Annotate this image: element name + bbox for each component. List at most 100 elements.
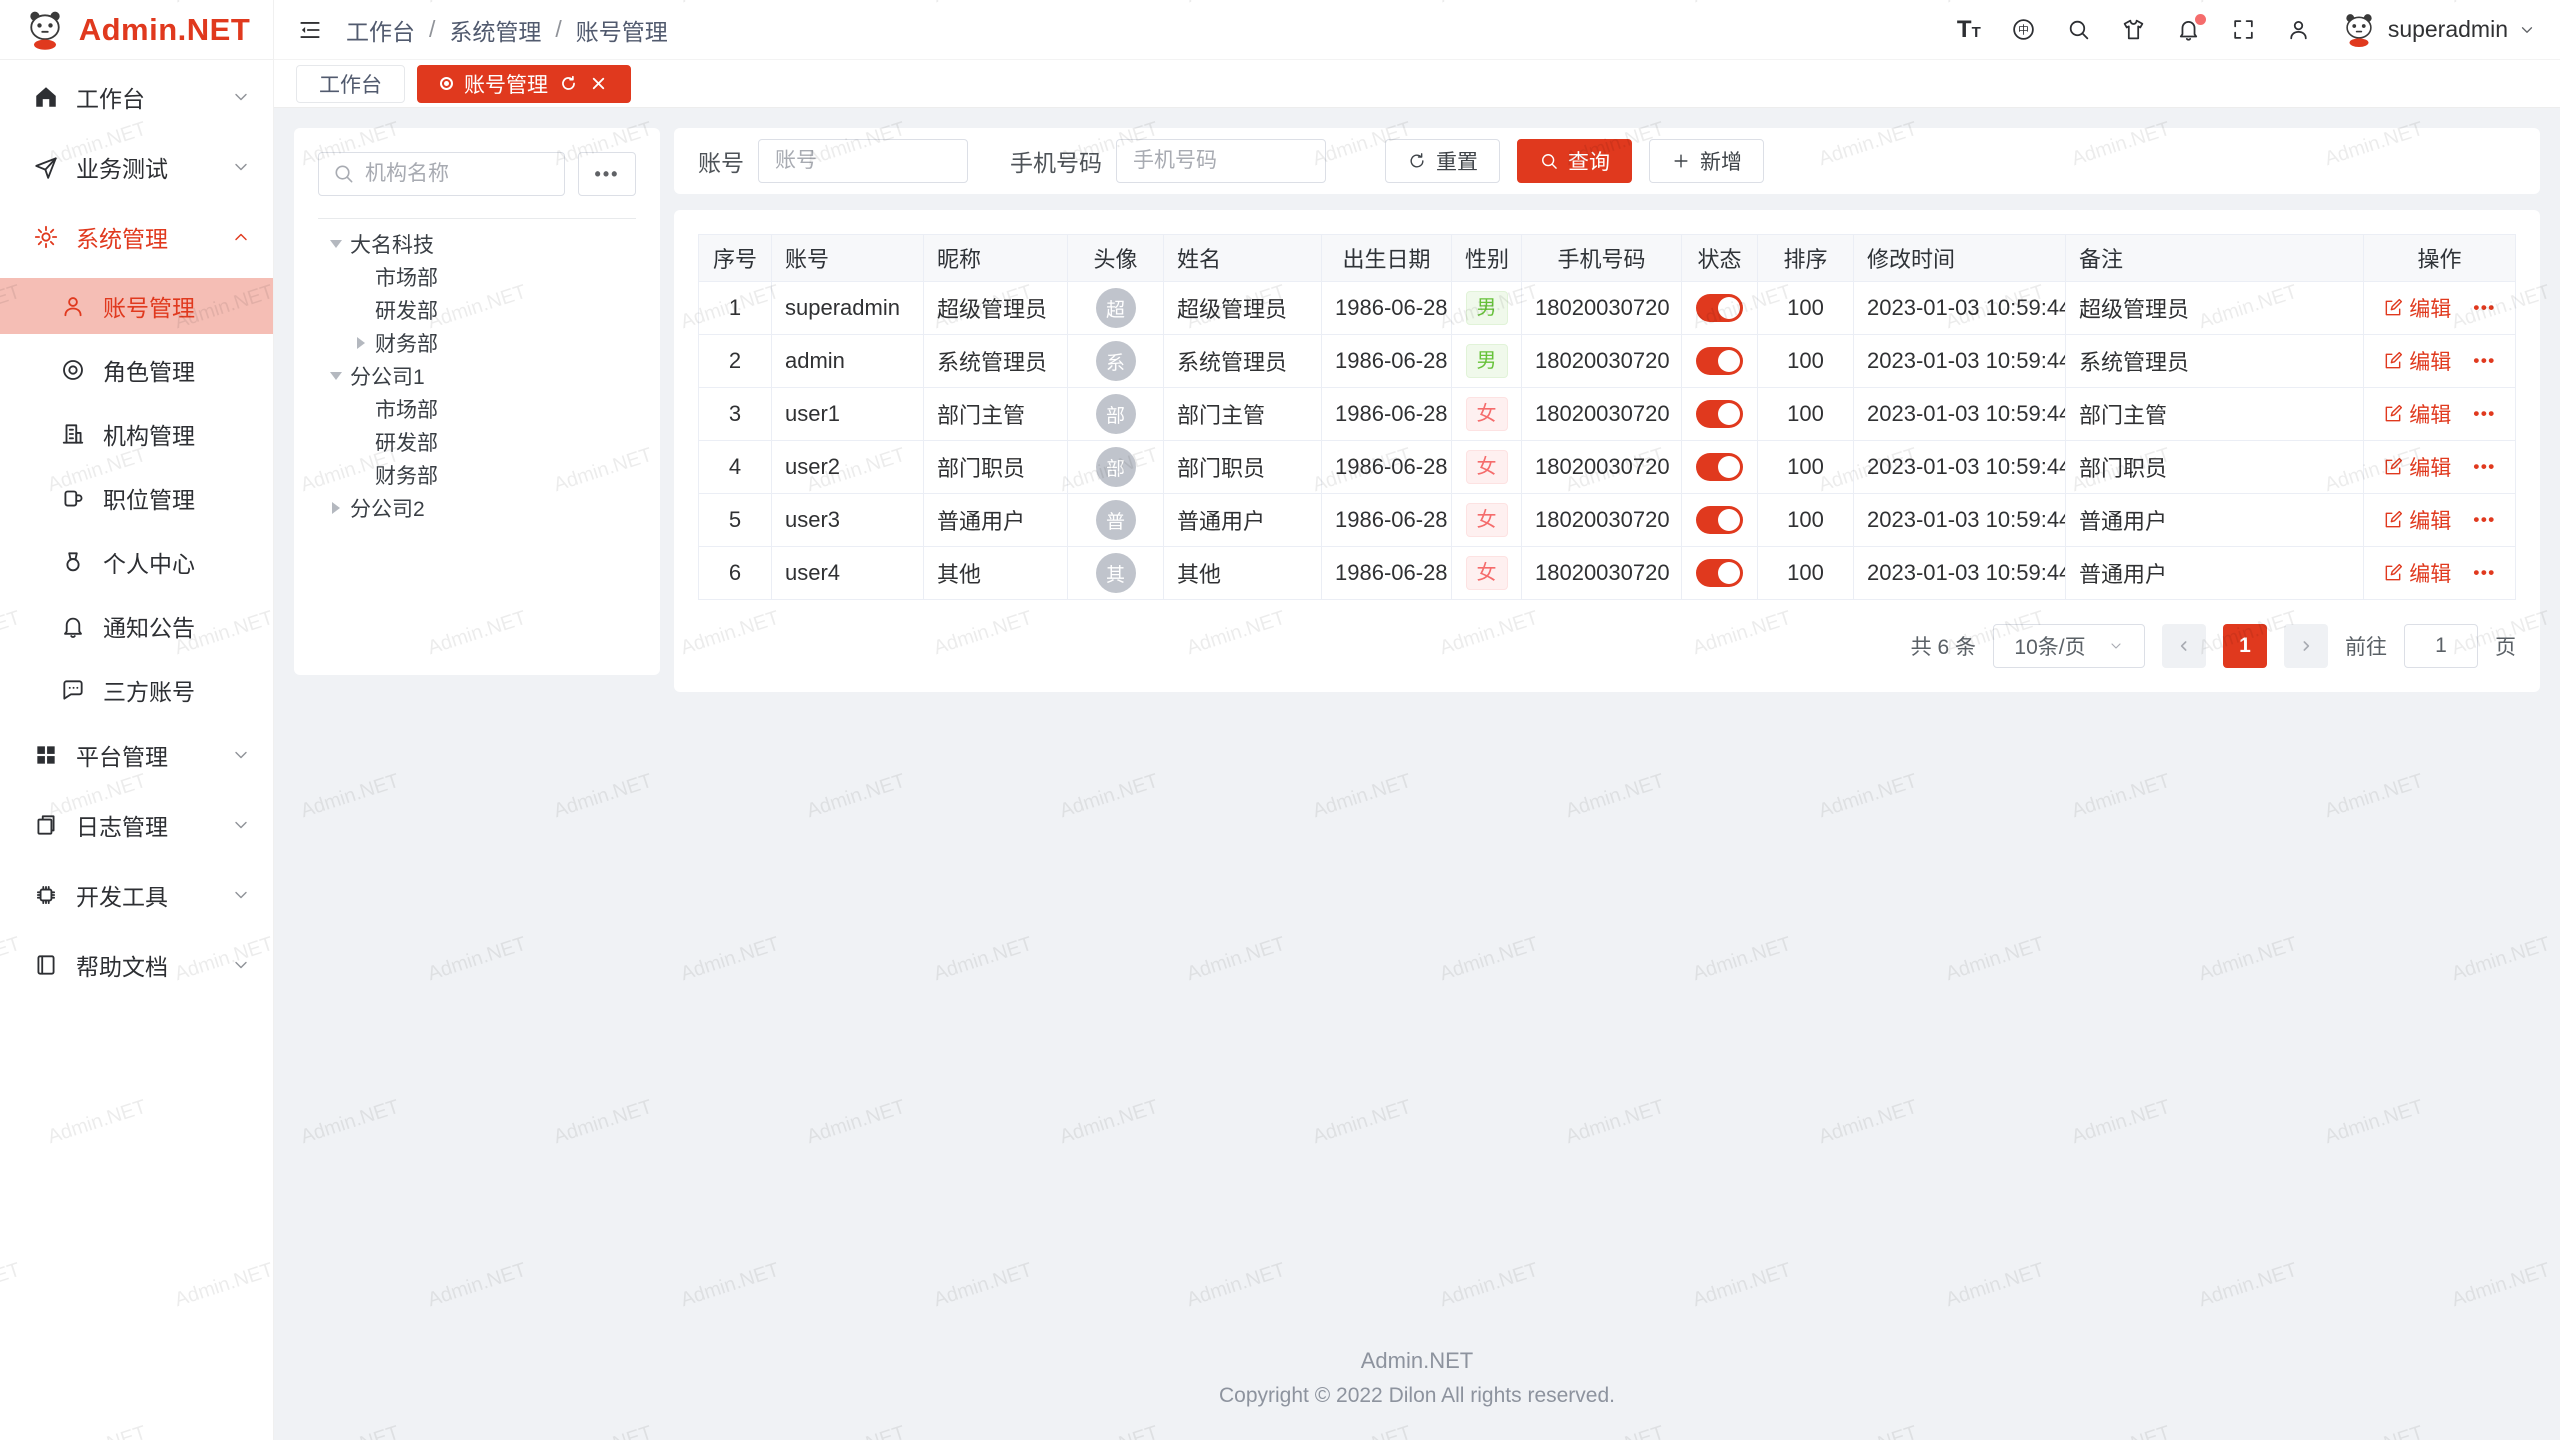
breadcrumb: 工作台 / 系统管理 / 账号管理 <box>346 13 668 47</box>
tree-node[interactable]: 研发部 <box>318 425 636 458</box>
account-input[interactable] <box>758 139 968 183</box>
sidebar-item-help-docs[interactable]: 帮助文档 <box>0 936 273 994</box>
caret-collapsed-icon[interactable] <box>328 500 344 516</box>
sidebar-item-business-test[interactable]: 业务测试 <box>0 138 273 196</box>
breadcrumb-item-workbench[interactable]: 工作台 <box>346 13 415 47</box>
avatar: 部 <box>1096 447 1136 487</box>
gender-badge: 男 <box>1466 344 1508 378</box>
lock-user-icon[interactable] <box>2285 16 2313 44</box>
more-actions-button[interactable]: ••• <box>2473 351 2495 371</box>
sidebar-item-org-mgmt[interactable]: 机构管理 <box>0 406 273 462</box>
fullscreen-icon[interactable] <box>2230 16 2258 44</box>
breadcrumb-item-current: 账号管理 <box>576 13 668 47</box>
mug-icon <box>60 485 86 511</box>
bell-icon <box>60 613 86 639</box>
edit-button[interactable]: 编辑 <box>2383 293 2451 323</box>
more-actions-button[interactable]: ••• <box>2473 510 2495 530</box>
cell-order: 100 <box>1758 494 1854 547</box>
cell-name: 其他 <box>1164 547 1322 600</box>
caret-placeholder <box>353 434 369 450</box>
sidebar-item-notice[interactable]: 通知公告 <box>0 598 273 654</box>
edit-button[interactable]: 编辑 <box>2383 399 2451 429</box>
cell-account: admin <box>772 335 924 388</box>
column-header: 序号 <box>699 235 772 282</box>
tree-more-button[interactable]: ••• <box>578 152 636 196</box>
breadcrumb-item-system-mgmt[interactable]: 系统管理 <box>449 13 541 47</box>
sidebar-item-platform-mgmt[interactable]: 平台管理 <box>0 726 273 784</box>
sidebar-item-workbench[interactable]: 工作台 <box>0 68 273 126</box>
edit-button[interactable]: 编辑 <box>2383 346 2451 376</box>
tab-workbench[interactable]: 工作台 <box>296 65 405 103</box>
sidebar-item-role-mgmt[interactable]: 角色管理 <box>0 342 273 398</box>
theme-icon[interactable] <box>2120 16 2148 44</box>
caret-collapsed-icon[interactable] <box>353 335 369 351</box>
more-actions-button[interactable]: ••• <box>2473 457 2495 477</box>
user-menu[interactable]: superadmin <box>2340 11 2536 49</box>
caret-expanded-icon[interactable] <box>328 236 344 252</box>
notification-icon[interactable] <box>2175 16 2203 44</box>
account-label: 账号 <box>698 144 744 178</box>
tree-node-label: 市场部 <box>375 394 438 424</box>
app-logo[interactable]: Admin.NET <box>0 0 273 60</box>
tree-node[interactable]: 市场部 <box>318 260 636 293</box>
tree-node[interactable]: 研发部 <box>318 293 636 326</box>
next-page-button[interactable] <box>2284 624 2328 668</box>
column-header: 排序 <box>1758 235 1854 282</box>
sidebar-item-profile-center[interactable]: 个人中心 <box>0 534 273 590</box>
status-toggle[interactable] <box>1696 400 1743 428</box>
status-toggle[interactable] <box>1696 347 1743 375</box>
tree-node[interactable]: 分公司2 <box>318 491 636 524</box>
cell-actions: 编辑 ••• <box>2364 547 2516 600</box>
font-size-icon[interactable]: TT <box>1955 16 1983 44</box>
status-toggle[interactable] <box>1696 294 1743 322</box>
phone-input[interactable] <box>1116 139 1326 183</box>
language-icon[interactable]: 中 <box>2010 16 2038 44</box>
search-icon[interactable] <box>2065 16 2093 44</box>
org-search-input[interactable] <box>318 152 565 196</box>
goto-page-input[interactable] <box>2404 624 2478 668</box>
tree-node[interactable]: 市场部 <box>318 392 636 425</box>
sidebar-item-dev-tools[interactable]: 开发工具 <box>0 866 273 924</box>
status-toggle[interactable] <box>1696 453 1743 481</box>
sidebar-item-account-mgmt[interactable]: 账号管理 <box>0 278 273 334</box>
chevron-up-icon <box>231 227 251 247</box>
more-actions-button[interactable]: ••• <box>2473 298 2495 318</box>
tree-node[interactable]: 分公司1 <box>318 359 636 392</box>
org-tree-panel: ••• 大名科技市场部研发部财务部分公司1市场部研发部财务部分公司2 <box>294 128 660 675</box>
sidebar-item-third-party-account[interactable]: 三方账号 <box>0 662 273 718</box>
table-header-row: 序号账号昵称头像姓名出生日期性别手机号码状态排序修改时间备注操作 <box>699 235 2516 282</box>
search-button[interactable]: 查询 <box>1517 139 1632 183</box>
tree-node[interactable]: 大名科技 <box>318 227 636 260</box>
tab-account-mgmt[interactable]: 账号管理 <box>417 65 631 103</box>
status-toggle[interactable] <box>1696 559 1743 587</box>
refresh-icon[interactable] <box>559 74 578 93</box>
prev-page-button[interactable] <box>2162 624 2206 668</box>
sidebar-item-log-mgmt[interactable]: 日志管理 <box>0 796 273 854</box>
caret-expanded-icon[interactable] <box>328 368 344 384</box>
current-page-button[interactable]: 1 <box>2223 624 2267 668</box>
gender-badge: 男 <box>1466 291 1508 325</box>
tree-node[interactable]: 财务部 <box>318 326 636 359</box>
edit-button[interactable]: 编辑 <box>2383 558 2451 588</box>
close-icon[interactable] <box>589 74 608 93</box>
status-toggle[interactable] <box>1696 506 1743 534</box>
chevron-down-icon <box>2108 638 2124 654</box>
more-actions-button[interactable]: ••• <box>2473 563 2495 583</box>
sidebar-item-position-mgmt[interactable]: 职位管理 <box>0 470 273 526</box>
tree-node[interactable]: 财务部 <box>318 458 636 491</box>
table-row: 3 user1 部门主管 部 部门主管 1986-06-28 女 1802003… <box>699 388 2516 441</box>
collapse-sidebar-icon[interactable] <box>296 16 324 44</box>
page-size-select[interactable]: 10条/页 <box>1993 624 2145 668</box>
more-actions-button[interactable]: ••• <box>2473 404 2495 424</box>
chevron-down-icon <box>231 745 251 765</box>
cell-index: 3 <box>699 388 772 441</box>
svg-text:中: 中 <box>2018 24 2029 37</box>
edit-button[interactable]: 编辑 <box>2383 505 2451 535</box>
cell-nickname: 系统管理员 <box>924 335 1068 388</box>
sidebar-item-system-mgmt[interactable]: 系统管理 <box>0 208 273 266</box>
add-button[interactable]: 新增 <box>1649 139 1764 183</box>
total-count: 共 6 条 <box>1911 631 1976 661</box>
reset-button[interactable]: 重置 <box>1385 139 1500 183</box>
edit-button[interactable]: 编辑 <box>2383 452 2451 482</box>
table-row: 4 user2 部门职员 部 部门职员 1986-06-28 女 1802003… <box>699 441 2516 494</box>
